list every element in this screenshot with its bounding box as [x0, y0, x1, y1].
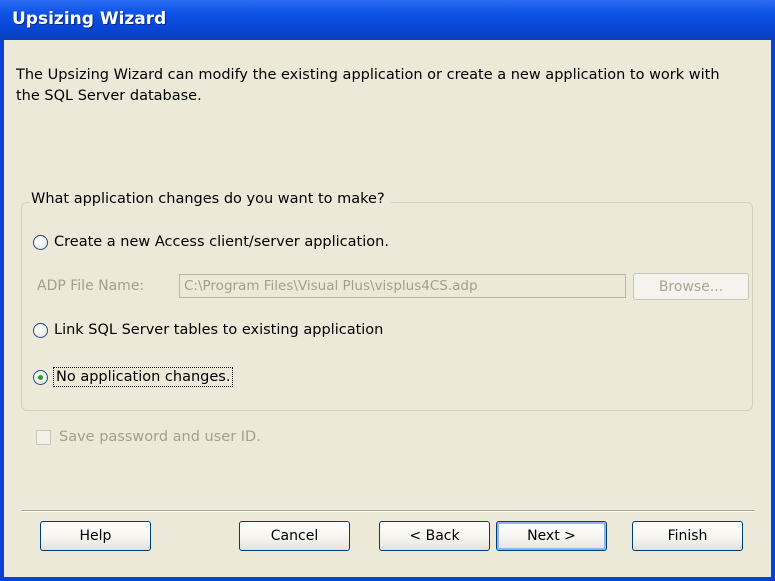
cancel-button[interactable]: Cancel — [239, 521, 350, 551]
window-title: Upsizing Wizard — [12, 9, 167, 29]
radio-no-changes[interactable]: No application changes. — [33, 367, 234, 387]
radio-create-new-app-label: Create a new Access client/server applic… — [54, 234, 389, 250]
finish-button[interactable]: Finish — [632, 521, 743, 551]
next-button[interactable]: Next > — [496, 521, 607, 551]
intro-text: The Upsizing Wizard can modify the exist… — [16, 67, 720, 104]
save-password-checkbox-row[interactable]: Save password and user ID. — [36, 429, 261, 445]
radio-circle[interactable] — [33, 234, 48, 250]
upsizing-wizard-window: Upsizing Wizard The Upsizing Wizard can … — [0, 0, 775, 581]
browse-button[interactable]: Browse... — [633, 273, 749, 300]
adp-file-name-input[interactable] — [179, 274, 626, 298]
radio-no-changes-label: No application changes. — [52, 367, 234, 387]
radio-link-tables[interactable]: Link SQL Server tables to existing appli… — [33, 322, 383, 338]
group-legend: What application changes do you want to … — [29, 191, 391, 207]
radio-circle-selected[interactable] — [33, 369, 48, 385]
title-bar[interactable]: Upsizing Wizard — [0, 0, 775, 40]
wizard-client-area: The Upsizing Wizard can modify the exist… — [4, 40, 771, 577]
button-separator-highlight — [21, 511, 755, 512]
save-password-label: Save password and user ID. — [59, 429, 261, 445]
radio-circle[interactable] — [33, 322, 48, 338]
adp-file-name-label: ADP File Name: — [37, 278, 145, 294]
radio-link-tables-label: Link SQL Server tables to existing appli… — [54, 322, 384, 338]
radio-create-new-app[interactable]: Create a new Access client/server applic… — [33, 234, 389, 250]
save-password-checkbox[interactable] — [36, 429, 51, 445]
help-button[interactable]: Help — [40, 521, 151, 551]
back-button[interactable]: < Back — [379, 521, 490, 551]
